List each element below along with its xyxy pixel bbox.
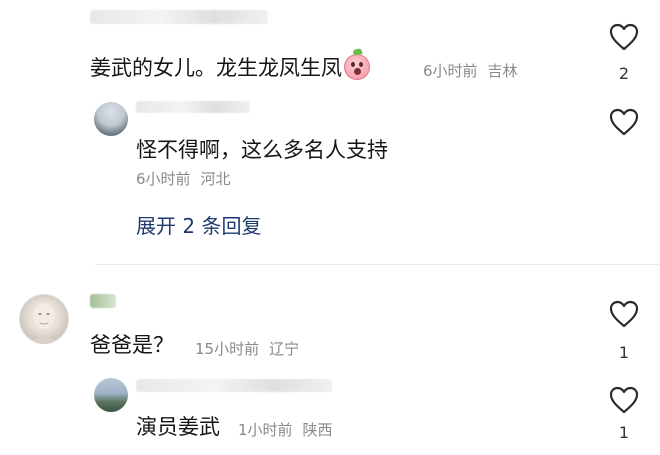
comment-location: 吉林 bbox=[487, 62, 518, 80]
avatar-face-icon bbox=[29, 303, 59, 344]
reply-time: 6小时前 bbox=[136, 170, 191, 188]
comment-meta: 15小时前 辽宁 bbox=[195, 338, 299, 359]
expand-replies-link[interactable]: 展开 2 条回复 bbox=[136, 210, 261, 239]
comment-text: 姜武的女儿。龙生龙凤生凤 bbox=[90, 47, 370, 82]
avatar[interactable] bbox=[94, 378, 128, 412]
reply-time: 1小时前 bbox=[238, 421, 293, 439]
heart-outline-icon[interactable] bbox=[608, 299, 640, 329]
username-blurred[interactable] bbox=[136, 379, 332, 392]
reply-text-content: 演员姜武 bbox=[136, 415, 220, 439]
avatar[interactable] bbox=[19, 294, 69, 344]
heart-outline-icon[interactable] bbox=[608, 385, 640, 415]
username-blurred[interactable] bbox=[90, 294, 116, 308]
like-button[interactable]: 1 bbox=[604, 385, 644, 442]
username-blurred[interactable] bbox=[90, 10, 268, 24]
like-button[interactable]: 1 bbox=[604, 299, 644, 362]
comment-time: 15小时前 bbox=[195, 340, 260, 358]
comment-text: 爸爸是？ bbox=[90, 333, 174, 357]
comment-time: 6小时前 bbox=[423, 62, 478, 80]
like-count: 1 bbox=[618, 343, 630, 362]
heart-outline-icon[interactable] bbox=[608, 107, 640, 137]
username-blurred[interactable] bbox=[136, 101, 250, 113]
divider bbox=[95, 264, 660, 265]
peach-face-emoji-icon bbox=[344, 47, 370, 80]
comment-text-content: 姜武的女儿。龙生龙凤生凤 bbox=[90, 56, 342, 80]
reply-meta: 1小时前 陕西 bbox=[238, 419, 333, 440]
like-count: 2 bbox=[618, 64, 630, 83]
reply-location: 陕西 bbox=[302, 421, 333, 439]
like-button[interactable] bbox=[604, 107, 644, 137]
comment-meta: 6小时前 吉林 bbox=[423, 60, 518, 81]
like-button[interactable]: 2 bbox=[604, 22, 644, 83]
avatar[interactable] bbox=[94, 102, 128, 136]
reply-location: 河北 bbox=[200, 170, 231, 188]
reply-text: 演员姜武 bbox=[136, 413, 220, 441]
like-count: 1 bbox=[618, 423, 630, 442]
reply-meta: 6小时前 河北 bbox=[136, 168, 231, 189]
comment-location: 辽宁 bbox=[269, 340, 300, 358]
heart-outline-icon[interactable] bbox=[608, 22, 640, 52]
reply-text: 怪不得啊，这么多名人支持 bbox=[136, 138, 388, 162]
